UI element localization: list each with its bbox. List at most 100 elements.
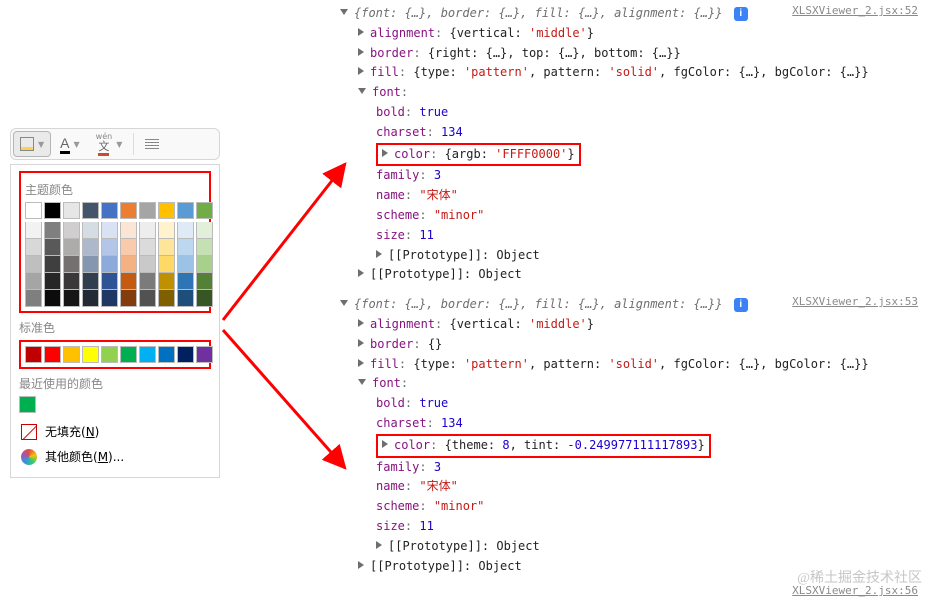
info-icon[interactable]: i	[734, 7, 748, 21]
color-swatch[interactable]	[177, 256, 194, 273]
tree-row[interactable]: font:	[318, 374, 924, 394]
tree-row[interactable]: border: {right: {…}, top: {…}, bottom: {…	[318, 44, 924, 64]
tree-row[interactable]: family: 3	[318, 458, 924, 478]
color-swatch[interactable]	[63, 239, 80, 256]
tree-row[interactable]: alignment: {vertical: 'middle'}	[318, 24, 924, 44]
color-swatch[interactable]	[120, 346, 137, 363]
color-swatch[interactable]	[44, 346, 61, 363]
expand-toggle-icon[interactable]	[382, 440, 388, 448]
color-swatch[interactable]	[139, 202, 156, 219]
color-swatch[interactable]	[177, 222, 194, 239]
color-swatch[interactable]	[158, 346, 175, 363]
tree-row[interactable]: fill: {type: 'pattern', pattern: 'solid'…	[318, 63, 924, 83]
color-swatch[interactable]	[177, 346, 194, 363]
expand-toggle-icon[interactable]	[358, 319, 364, 327]
color-swatch[interactable]	[196, 256, 213, 273]
color-swatch[interactable]	[139, 256, 156, 273]
color-swatch[interactable]	[63, 290, 80, 307]
color-swatch[interactable]	[63, 256, 80, 273]
color-swatch[interactable]	[82, 202, 99, 219]
font-color-button[interactable]: A ▼	[53, 131, 87, 157]
color-swatch[interactable]	[158, 239, 175, 256]
color-swatch[interactable]	[120, 239, 137, 256]
color-swatch[interactable]	[25, 239, 42, 256]
more-colors-item[interactable]: 其他颜色(M)...	[19, 444, 211, 469]
color-swatch[interactable]	[44, 290, 61, 307]
color-swatch[interactable]	[44, 273, 61, 290]
color-swatch[interactable]	[120, 202, 137, 219]
tree-row[interactable]: bold: true	[318, 394, 924, 414]
color-swatch[interactable]	[44, 222, 61, 239]
color-swatch[interactable]	[44, 239, 61, 256]
info-icon[interactable]: i	[734, 298, 748, 312]
color-swatch[interactable]	[158, 256, 175, 273]
expand-toggle-icon[interactable]	[358, 561, 364, 569]
color-swatch[interactable]	[82, 256, 99, 273]
color-swatch[interactable]	[25, 290, 42, 307]
color-swatch[interactable]	[63, 222, 80, 239]
align-button[interactable]	[138, 131, 166, 157]
color-swatch[interactable]	[158, 273, 175, 290]
color-swatch[interactable]	[82, 346, 99, 363]
tree-row[interactable]: [[Prototype]]: Object	[318, 265, 924, 285]
color-swatch[interactable]	[139, 239, 156, 256]
source-link[interactable]: XLSXViewer_2.jsx:53	[792, 295, 918, 308]
expand-toggle-icon[interactable]	[376, 541, 382, 549]
tree-row-color[interactable]: color: {argb: 'FFFF0000'}	[318, 143, 924, 167]
phonetic-guide-button[interactable]: wén 文 ▼	[89, 131, 130, 157]
color-swatch[interactable]	[101, 202, 118, 219]
tree-row[interactable]: fill: {type: 'pattern', pattern: 'solid'…	[318, 355, 924, 375]
color-swatch[interactable]	[25, 202, 42, 219]
color-swatch[interactable]	[120, 273, 137, 290]
color-swatch[interactable]	[196, 346, 213, 363]
tree-row[interactable]: name: "宋体"	[318, 477, 924, 497]
color-swatch[interactable]	[139, 273, 156, 290]
expand-toggle-icon[interactable]	[358, 28, 364, 36]
tree-row[interactable]: size: 11	[318, 517, 924, 537]
color-swatch[interactable]	[19, 396, 36, 413]
tree-row[interactable]: family: 3	[318, 166, 924, 186]
color-swatch[interactable]	[196, 273, 213, 290]
tree-row[interactable]: bold: true	[318, 103, 924, 123]
color-swatch[interactable]	[25, 346, 42, 363]
tree-row[interactable]: scheme: "minor"	[318, 497, 924, 517]
color-swatch[interactable]	[101, 346, 118, 363]
expand-toggle-icon[interactable]	[358, 339, 364, 347]
color-swatch[interactable]	[63, 202, 80, 219]
color-swatch[interactable]	[139, 290, 156, 307]
color-swatch[interactable]	[196, 222, 213, 239]
color-swatch[interactable]	[25, 256, 42, 273]
expand-toggle-icon[interactable]	[382, 149, 388, 157]
tree-row[interactable]: alignment: {vertical: 'middle'}	[318, 315, 924, 335]
tree-row[interactable]: charset: 134	[318, 123, 924, 143]
expand-toggle-icon[interactable]	[358, 379, 366, 385]
color-swatch[interactable]	[196, 202, 213, 219]
expand-toggle-icon[interactable]	[358, 88, 366, 94]
expand-toggle-icon[interactable]	[358, 48, 364, 56]
tree-row[interactable]: scheme: "minor"	[318, 206, 924, 226]
expand-toggle-icon[interactable]	[340, 300, 348, 306]
color-swatch[interactable]	[196, 290, 213, 307]
color-swatch[interactable]	[120, 222, 137, 239]
color-swatch[interactable]	[82, 290, 99, 307]
color-swatch[interactable]	[63, 346, 80, 363]
tree-row[interactable]: [[Prototype]]: Object	[318, 246, 924, 266]
tree-row[interactable]: charset: 134	[318, 414, 924, 434]
fill-color-button[interactable]: ▼	[13, 131, 51, 157]
color-swatch[interactable]	[101, 273, 118, 290]
tree-row[interactable]: name: "宋体"	[318, 186, 924, 206]
color-swatch[interactable]	[82, 273, 99, 290]
color-swatch[interactable]	[101, 290, 118, 307]
color-swatch[interactable]	[177, 202, 194, 219]
color-swatch[interactable]	[101, 256, 118, 273]
tree-row[interactable]: font:	[318, 83, 924, 103]
color-swatch[interactable]	[158, 202, 175, 219]
no-fill-item[interactable]: 无填充(N)	[19, 419, 211, 444]
expand-toggle-icon[interactable]	[340, 9, 348, 15]
color-swatch[interactable]	[196, 239, 213, 256]
color-swatch[interactable]	[177, 239, 194, 256]
tree-row[interactable]: [[Prototype]]: Object	[318, 537, 924, 557]
color-swatch[interactable]	[120, 290, 137, 307]
color-swatch[interactable]	[25, 222, 42, 239]
color-swatch[interactable]	[120, 256, 137, 273]
